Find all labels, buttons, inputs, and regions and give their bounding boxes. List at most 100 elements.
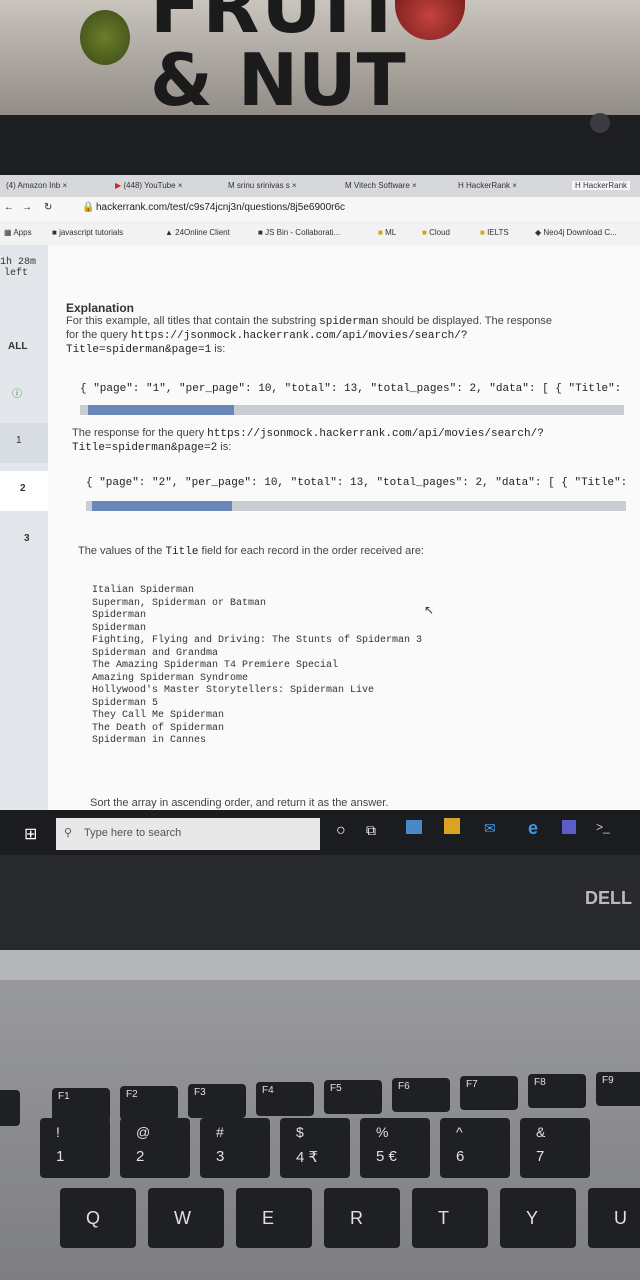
cortana-icon[interactable]: ○ [336, 822, 346, 840]
jsbin-icon: ■ [258, 228, 263, 237]
code-scroll-thumb[interactable] [88, 405, 234, 415]
letter-key-u[interactable]: U [588, 1188, 640, 1248]
windows-start-icon[interactable]: ⊞ [24, 824, 37, 844]
tab-hackerrank-1[interactable]: H HackerRank × [458, 181, 517, 190]
code-scroll-thumb[interactable] [92, 501, 232, 511]
tab-youtube[interactable]: ▶ (448) YouTube × [115, 181, 183, 190]
letter-key-e[interactable]: E [236, 1188, 312, 1248]
youtube-icon: ▶ [115, 181, 122, 190]
key-label-top: ^ [456, 1124, 463, 1140]
tab-label: Vitech Software [353, 181, 410, 190]
key-label: E [262, 1208, 275, 1228]
dell-logo: DELL [585, 888, 632, 908]
bookmark-label: javascript tutorials [59, 228, 124, 237]
forward-icon[interactable]: → [22, 202, 32, 213]
sidebar-item-question-2[interactable]: 2 [0, 471, 48, 511]
function-key-f5[interactable]: F5 [324, 1080, 382, 1114]
search-placeholder: Type here to search [84, 827, 182, 839]
key-label-top: # [216, 1124, 224, 1140]
task-view-icon[interactable]: ⧉ [366, 822, 376, 839]
number-key-5[interactable]: % 5 € [360, 1118, 430, 1178]
timer: 1h 28m left [0, 257, 48, 279]
tab-hackerrank-active[interactable]: H HackerRank [572, 181, 631, 190]
list-item: Fighting, Flying and Driving: The Stunts… [92, 635, 423, 646]
terminal-icon[interactable]: >_ [596, 820, 610, 834]
edge-icon[interactable]: e [528, 818, 538, 839]
function-key-f4[interactable]: F4 [256, 1082, 314, 1116]
file-explorer-icon[interactable] [406, 820, 422, 834]
letter-key-r[interactable]: R [324, 1188, 400, 1248]
function-key-f6[interactable]: F6 [392, 1078, 450, 1112]
tab-vitech[interactable]: M Vitech Software × [345, 181, 417, 190]
app-icon[interactable] [562, 820, 576, 834]
bookmark-jsbin[interactable]: ■ JS Bin - Collaborati... [258, 228, 340, 237]
letter-key-q[interactable]: Q [60, 1188, 136, 1248]
tab-gmail[interactable]: M srinu srinivas s × [228, 181, 297, 190]
key-label-top: & [536, 1124, 546, 1140]
number-key-4[interactable]: $4 ₹ [280, 1118, 350, 1178]
function-key-f1[interactable]: F1 [52, 1088, 110, 1122]
sidebar-item-question-1[interactable]: 1 [0, 423, 48, 463]
code-inline: Title [165, 546, 199, 558]
escape-key[interactable] [0, 1090, 20, 1126]
number-key-3[interactable]: #3 [200, 1118, 270, 1178]
bookmark-24online[interactable]: ▲ 24Online Client [165, 228, 230, 237]
bookmark-ielts[interactable]: ■ IELTS [480, 228, 509, 237]
list-item: Spiderman and Grandma [92, 647, 219, 659]
key-label: F8 [534, 1077, 546, 1088]
bookmark-label: 24Online Client [175, 228, 230, 237]
key-label: F4 [262, 1085, 274, 1096]
browser-tab-strip: (4) Amazon Inb × ▶ (448) YouTube × M sri… [0, 175, 640, 197]
key-label-top: ! [56, 1124, 60, 1140]
bookmark-ml[interactable]: ■ ML [378, 228, 396, 237]
bookmark-apps[interactable]: ▦ Apps [4, 228, 32, 237]
question-sidebar: 1h 28m left ALL ⓘ 1 2 3 [0, 245, 48, 855]
number-key-6[interactable]: ^ 6 [440, 1118, 510, 1178]
url-field[interactable]: hackerrank.com/test/c9s74jcnj3n/question… [96, 202, 345, 213]
function-key-f7[interactable]: F7 [460, 1076, 518, 1110]
list-item: Amazing Spiderman Syndrome [92, 672, 249, 684]
laptop-bottom-bezel [0, 855, 640, 950]
number-key-1[interactable]: ! 1 [40, 1118, 110, 1178]
list-item: They Call Me Spiderman [92, 710, 225, 721]
bookmark-label: IELTS [487, 228, 509, 237]
mail-icon[interactable]: ✉ [484, 820, 496, 837]
bookmark-javascript-tutorials[interactable]: ■ javascript tutorials [52, 228, 123, 237]
webcam [590, 113, 610, 133]
bookmark-cloud[interactable]: ■ Cloud [422, 228, 450, 237]
key-label: F7 [466, 1079, 478, 1090]
taskbar-search-box[interactable]: ⚲ Type here to search [56, 818, 320, 850]
store-icon[interactable] [444, 818, 460, 834]
key-label: F2 [126, 1089, 138, 1100]
back-icon[interactable]: ← [4, 202, 14, 213]
key-label-bottom: 4 ₹ [296, 1149, 319, 1166]
list-item: Spiderman 5 [92, 697, 159, 709]
list-item: Hollywood's Master Storytellers: Spiderm… [92, 685, 375, 696]
function-key-f8[interactable]: F8 [528, 1074, 586, 1108]
function-key-f2[interactable]: F2 [120, 1086, 178, 1120]
function-key-f9[interactable]: F9 [596, 1072, 640, 1106]
letter-key-w[interactable]: W [148, 1188, 224, 1248]
key-label-top: % [376, 1124, 389, 1140]
laptop-screen: (4) Amazon Inb × ▶ (448) YouTube × M sri… [0, 175, 640, 855]
tab-amazon[interactable]: (4) Amazon Inb × [6, 181, 67, 190]
number-key-7[interactable]: & 7 [520, 1118, 590, 1178]
text: For this example, all titles that contai… [66, 315, 317, 327]
text: The values of the [78, 545, 163, 557]
list-item: Spiderman [92, 610, 147, 621]
sidebar-item-question-3[interactable]: 3 [0, 521, 48, 561]
timer-label: left [4, 268, 29, 279]
bookmark-neo4j[interactable]: ◆ Neo4j Download C... [535, 228, 617, 237]
tab-label: (448) YouTube [123, 181, 176, 190]
reload-icon[interactable]: ↻ [44, 202, 52, 213]
code-inline: https://jsonmock.hackerrank.com/api/movi… [207, 428, 544, 440]
tab-label: HackerRank [466, 181, 511, 190]
letter-key-t[interactable]: T [412, 1188, 488, 1248]
number-key-2[interactable]: @2 [120, 1118, 190, 1178]
text: The response for the query [72, 427, 205, 439]
letter-key-y[interactable]: Y [500, 1188, 576, 1248]
poster-fruit [80, 10, 130, 65]
mail-icon: M [345, 181, 352, 190]
function-key-f3[interactable]: F3 [188, 1084, 246, 1118]
list-item: The Amazing Spiderman T4 Premiere Specia… [92, 660, 339, 671]
